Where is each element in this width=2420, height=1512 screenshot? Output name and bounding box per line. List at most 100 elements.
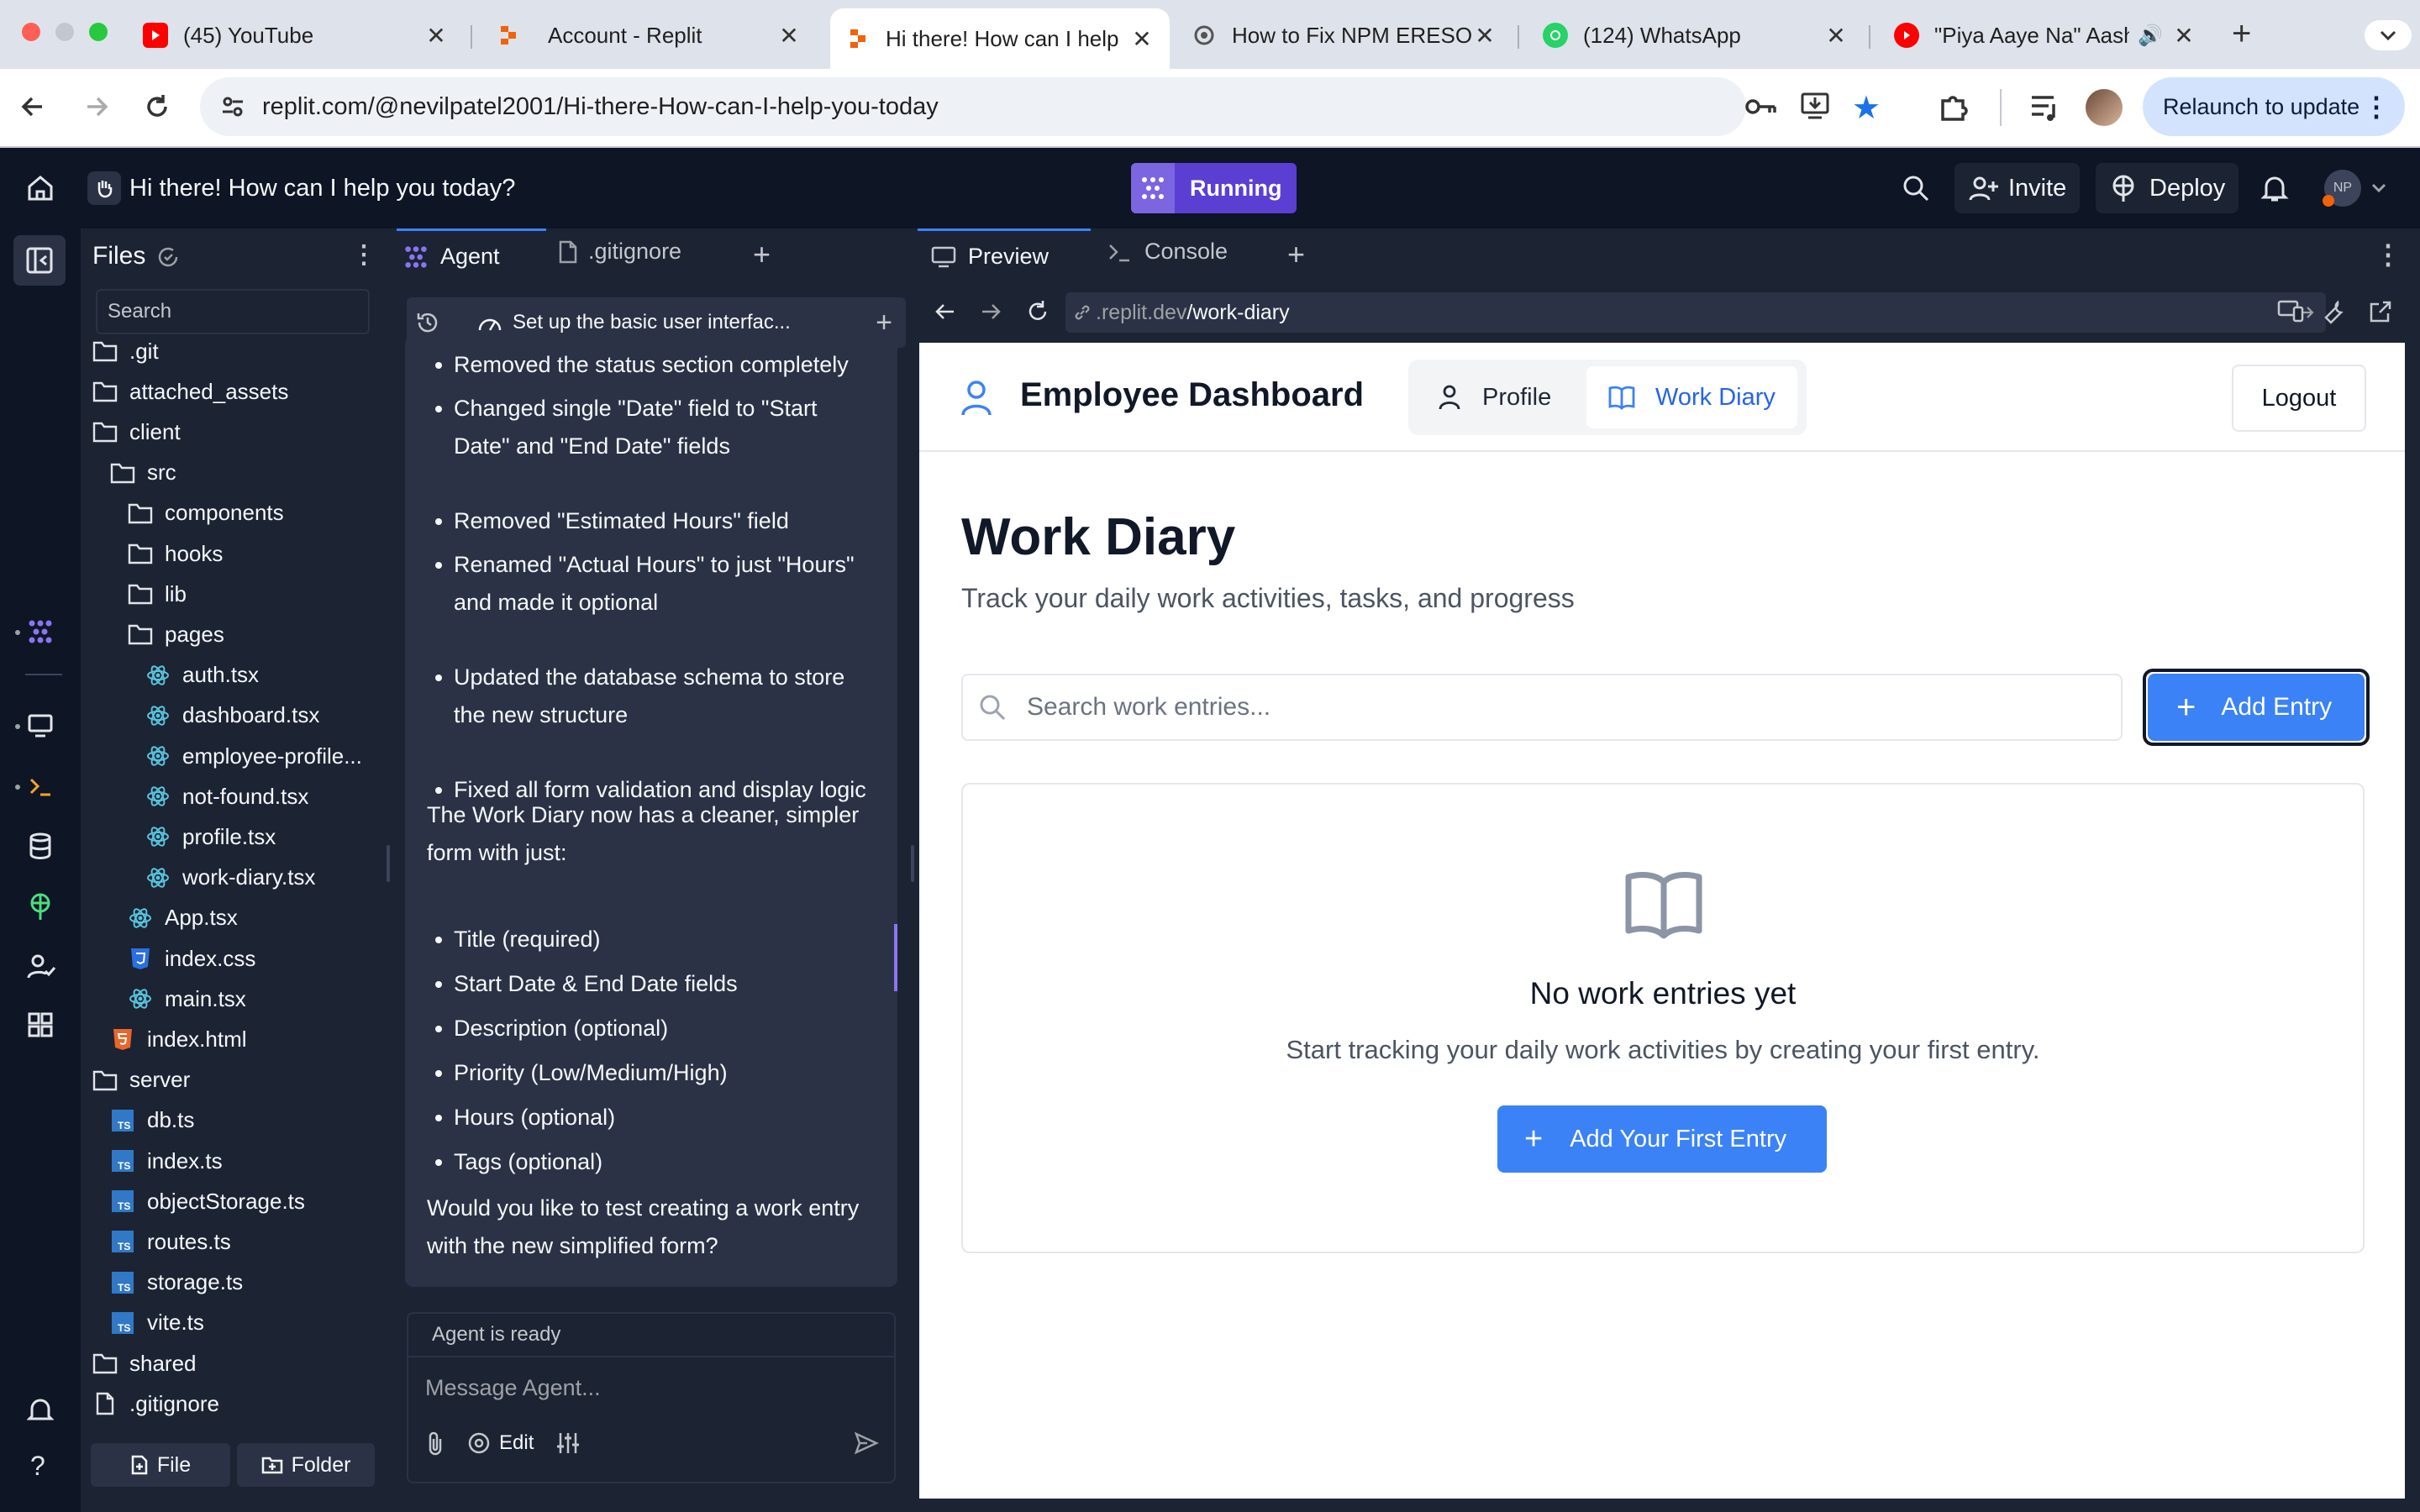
close-icon[interactable]: ✕ bbox=[2171, 22, 2196, 50]
file-tree-file[interactable]: auth.tsx bbox=[145, 655, 259, 696]
file-tree-file[interactable]: .gitignore bbox=[92, 1383, 219, 1424]
file-tree-toggle-icon[interactable] bbox=[13, 235, 66, 286]
webview-forward-icon[interactable] bbox=[978, 299, 1003, 324]
speaker-icon[interactable]: 🔊 bbox=[2138, 24, 2163, 48]
file-tree-folder[interactable]: attached_assets bbox=[92, 371, 288, 412]
chevron-down-icon[interactable] bbox=[2371, 183, 2386, 193]
browser-tab[interactable]: "Piya Aaye Na" Aashiqui 🔊 ✕ bbox=[1879, 12, 2212, 59]
edit-button[interactable]: Edit bbox=[467, 1431, 534, 1455]
repl-hand-icon[interactable] bbox=[87, 171, 121, 205]
deploy-button[interactable]: Deploy bbox=[2096, 163, 2239, 213]
file-tree-folder[interactable]: src bbox=[110, 453, 176, 493]
install-app-icon[interactable] bbox=[1800, 91, 1830, 121]
webview-reload-icon[interactable] bbox=[1025, 299, 1050, 324]
browser-tab[interactable]: (45) YouTube ✕ bbox=[128, 12, 464, 59]
bookmark-star-icon[interactable]: ★ bbox=[1852, 89, 1881, 127]
alerts-icon[interactable] bbox=[27, 1396, 54, 1423]
tab-agent[interactable]: Agent bbox=[397, 228, 546, 282]
relaunch-button[interactable]: Relaunch to update ⋮ bbox=[2143, 77, 2405, 136]
file-tree-file[interactable]: index.css bbox=[128, 938, 255, 979]
file-tree-file[interactable]: not-found.tsx bbox=[145, 776, 308, 816]
auth-user-icon[interactable] bbox=[27, 953, 55, 979]
agent-task-title[interactable]: Set up the basic user interfac... bbox=[513, 311, 791, 334]
omnibox[interactable]: replit.com/@nevilpatel2001/Hi-there-How-… bbox=[200, 77, 1881, 136]
file-tree-folder[interactable]: .git bbox=[92, 331, 159, 371]
files-menu-icon[interactable]: ⋮ bbox=[351, 240, 376, 270]
browser-tab[interactable]: How to Fix NPM ERESOLVE ✕ bbox=[1176, 12, 1512, 59]
window-minimize-dot[interactable] bbox=[55, 23, 74, 41]
more-vert-icon[interactable]: ⋮ bbox=[2363, 91, 2390, 123]
back-icon[interactable] bbox=[18, 92, 47, 121]
entries-search-input[interactable]: Search work entries... bbox=[961, 674, 2123, 741]
close-icon[interactable]: ✕ bbox=[1472, 22, 1497, 50]
file-tree-file[interactable]: TS vite.ts bbox=[110, 1303, 204, 1343]
file-tree-folder[interactable]: shared bbox=[92, 1343, 197, 1383]
preview-icon[interactable] bbox=[27, 712, 54, 739]
console-icon[interactable] bbox=[27, 773, 54, 800]
search-icon[interactable] bbox=[1901, 173, 1931, 203]
file-tree-file[interactable]: profile.tsx bbox=[145, 816, 276, 857]
bell-icon[interactable] bbox=[2260, 173, 2289, 203]
send-icon[interactable] bbox=[854, 1431, 879, 1455]
close-icon[interactable]: ✕ bbox=[1129, 25, 1155, 53]
file-tree-file[interactable]: work-diary.tsx bbox=[145, 858, 315, 898]
all-tools-icon[interactable] bbox=[27, 1011, 54, 1038]
file-tree-file[interactable]: employee-profile... bbox=[145, 736, 362, 776]
file-tree-file[interactable]: App.tsx bbox=[128, 898, 238, 938]
file-tree-file[interactable]: dashboard.tsx bbox=[145, 696, 319, 736]
browser-tab-active[interactable]: Hi there! How can I help ✕ bbox=[830, 8, 1170, 69]
tab-gitignore[interactable]: .gitignore bbox=[558, 239, 681, 265]
new-tab-icon[interactable]: + bbox=[2232, 15, 2251, 52]
file-tree-folder[interactable]: hooks bbox=[128, 533, 223, 574]
repl-title[interactable]: Hi there! How can I help you today? bbox=[129, 175, 515, 202]
logout-button[interactable]: Logout bbox=[2232, 365, 2366, 432]
webview-back-icon[interactable] bbox=[933, 299, 958, 324]
file-tree-file[interactable]: TS db.ts bbox=[110, 1100, 194, 1141]
sliders-icon[interactable] bbox=[555, 1431, 581, 1455]
file-tree-folder[interactable]: server bbox=[92, 1060, 190, 1100]
agent-message-input[interactable]: Message Agent... bbox=[408, 1357, 894, 1418]
attach-icon[interactable] bbox=[425, 1431, 445, 1456]
database-icon[interactable] bbox=[27, 832, 54, 860]
file-tree-folder[interactable]: components bbox=[128, 493, 284, 533]
device-icon[interactable] bbox=[2277, 299, 2304, 324]
password-key-icon[interactable] bbox=[1744, 92, 1778, 121]
home-icon[interactable] bbox=[25, 173, 55, 203]
new-file-button[interactable]: File bbox=[91, 1443, 230, 1487]
new-folder-button[interactable]: Folder bbox=[237, 1443, 375, 1487]
site-settings-icon[interactable] bbox=[220, 94, 245, 119]
file-tree-folder[interactable]: pages bbox=[128, 614, 224, 654]
nav-work-diary[interactable]: Work Diary bbox=[1586, 366, 1797, 428]
extensions-icon[interactable] bbox=[1938, 91, 1971, 124]
webview-url-bar[interactable]: .replit.dev/work-diary bbox=[1065, 292, 2326, 333]
deployments-icon[interactable] bbox=[27, 892, 54, 921]
tab-preview[interactable]: Preview bbox=[918, 228, 1091, 282]
file-tree-file[interactable]: TS index.ts bbox=[110, 1141, 223, 1181]
files-search-input[interactable]: Search bbox=[96, 289, 370, 334]
close-icon[interactable]: ✕ bbox=[1823, 22, 1849, 50]
devtools-wrench-icon[interactable] bbox=[2323, 299, 2348, 324]
pane-menu-icon[interactable]: ⋮ bbox=[2375, 239, 2402, 270]
window-close-dot[interactable] bbox=[22, 23, 40, 41]
agent-icon[interactable] bbox=[27, 618, 54, 645]
file-tree-file[interactable]: index.html bbox=[110, 1019, 247, 1059]
file-tree-file[interactable]: TS objectStorage.ts bbox=[110, 1181, 305, 1221]
help-icon[interactable]: ? bbox=[30, 1452, 45, 1480]
resize-handle[interactable] bbox=[911, 845, 914, 882]
add-tab-icon[interactable]: + bbox=[753, 237, 771, 272]
nav-profile[interactable]: Profile bbox=[1415, 366, 1573, 428]
file-tree-file[interactable]: TS routes.ts bbox=[110, 1221, 231, 1262]
new-chat-icon[interactable]: + bbox=[876, 307, 892, 339]
file-tree-file[interactable]: main.tsx bbox=[128, 979, 246, 1019]
forward-icon[interactable] bbox=[82, 92, 111, 121]
resize-handle[interactable] bbox=[387, 845, 390, 882]
add-first-entry-button[interactable]: + Add Your First Entry bbox=[1497, 1105, 1827, 1173]
file-tree-folder[interactable]: client bbox=[92, 412, 181, 452]
scroll-indicator[interactable] bbox=[894, 924, 897, 991]
add-entry-button[interactable]: + Add Entry bbox=[2148, 674, 2365, 741]
invite-button[interactable]: Invite bbox=[1954, 163, 2081, 213]
file-tree-folder[interactable]: lib bbox=[128, 574, 187, 614]
tab-console[interactable]: Console bbox=[1107, 239, 1228, 265]
run-status-button[interactable]: Running bbox=[1131, 163, 1297, 213]
browser-tab[interactable]: Account - Replit ✕ bbox=[481, 12, 817, 59]
